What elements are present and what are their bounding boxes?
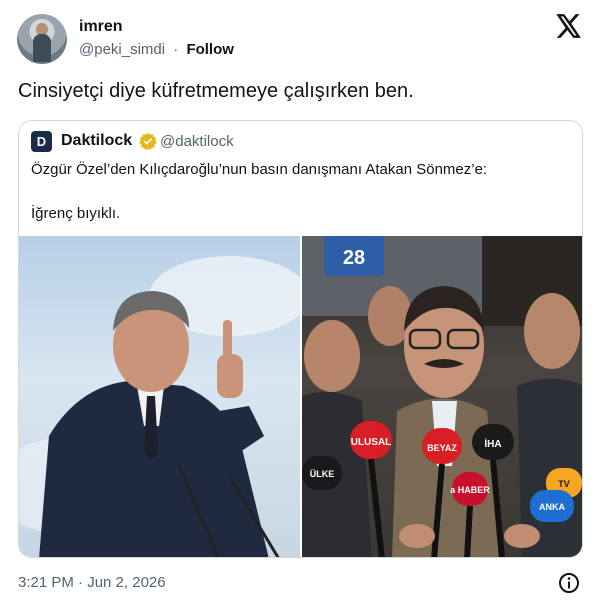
author-avatar[interactable] <box>17 14 67 64</box>
quote-text-line1: Özgür Özel’den Kılıçdaroğlu’nun basın da… <box>31 161 488 178</box>
author-name[interactable]: imren <box>79 18 123 36</box>
mic-label-2: BEYAZ <box>427 443 457 453</box>
tweet-card: imren @peki_simdi · Follow Cinsiyetçi di… <box>0 0 600 614</box>
photo-right-illustration: 28 ULUSAL BEYAZ İHA a HABER ÜLKE TV ANKA <box>302 236 582 557</box>
quote-text-line2: İğrenç bıyıklı. <box>31 205 121 222</box>
quote-photo-right[interactable]: 28 ULUSAL BEYAZ İHA a HABER ÜLKE TV ANKA <box>302 236 582 557</box>
mic-label-3: İHA <box>484 437 501 450</box>
verified-badge-icon <box>139 132 157 150</box>
mic-label-1: ULUSAL <box>351 437 392 448</box>
info-icon[interactable] <box>558 572 580 594</box>
mic-label-5: ÜLKE <box>310 469 335 479</box>
mic-label-7: ANKA <box>539 502 565 512</box>
mic-label-6: TV <box>558 479 570 489</box>
tweet-timestamp[interactable]: 3:21 PM · Jun 2, 2026 <box>18 574 166 591</box>
quoted-tweet[interactable]: D Daktilock @daktilock Özgür Özel’den Kı… <box>18 120 583 558</box>
meta-separator: · <box>173 41 179 58</box>
x-logo-icon[interactable] <box>556 14 582 38</box>
author-handle[interactable]: @peki_simdi <box>79 41 165 58</box>
quote-author-name[interactable]: Daktilock <box>61 132 132 150</box>
mic-label-4: a HABER <box>450 485 490 495</box>
sign-number: 28 <box>343 247 365 269</box>
avatar-figure <box>33 34 51 62</box>
quote-photo-left[interactable] <box>19 236 300 557</box>
author-meta: @peki_simdi · Follow <box>79 41 234 58</box>
quote-avatar[interactable]: D <box>31 131 52 152</box>
photo-left-illustration <box>19 256 300 557</box>
tweet-text: Cinsiyetçi diye küfretmemeye çalışırken … <box>18 80 414 102</box>
quote-author-handle[interactable]: @daktilock <box>160 133 234 150</box>
follow-button[interactable]: Follow <box>186 41 234 58</box>
